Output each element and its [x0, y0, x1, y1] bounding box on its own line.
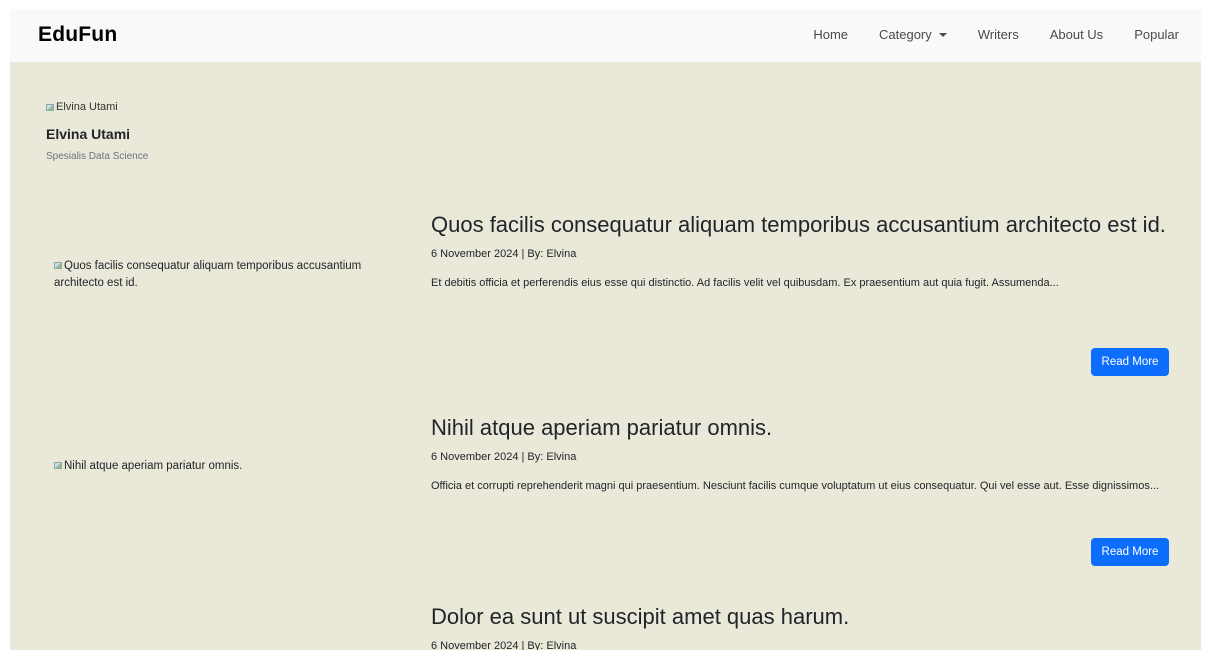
post-title[interactable]: Quos facilis consequatur aliquam tempori…	[431, 211, 1169, 239]
post-meta: 6 November 2024 | By: Elvina	[431, 248, 577, 260]
writer-avatar-alt: Elvina Utami	[56, 101, 118, 113]
post-excerpt: Et debitis officia et perferendis eius e…	[431, 277, 1059, 289]
nav-menu: Home Category Writers About Us Popular	[782, 27, 1179, 42]
navbar: EduFun Home Category Writers About Us Po…	[10, 9, 1201, 62]
broken-image-icon	[46, 104, 54, 111]
post-image: Quos facilis consequatur aliquam tempori…	[54, 258, 394, 292]
post-body: Nihil atque aperiam pariatur omnis. 6 No…	[431, 414, 1169, 566]
writer-name: Elvina Utami	[46, 126, 131, 142]
nav-item-category[interactable]: Category	[879, 27, 947, 42]
nav-item-home-label: Home	[813, 27, 849, 42]
read-more-button[interactable]: Read More	[1091, 348, 1169, 376]
page-frame: EduFun Home Category Writers About Us Po…	[10, 9, 1201, 650]
nav-item-home[interactable]: Home	[813, 27, 848, 42]
nav-item-popular-label: Popular	[1134, 27, 1179, 42]
nav-item-about-us-label: About Us	[1049, 27, 1104, 42]
post-body: Dolor ea sunt ut suscipit amet quas haru…	[431, 603, 1169, 650]
post-title[interactable]: Nihil atque aperiam pariatur omnis.	[431, 414, 1169, 442]
post-meta: 6 November 2024 | By: Elvina	[431, 640, 577, 650]
nav-item-category-label: Category	[879, 27, 932, 42]
broken-image-icon	[54, 262, 62, 269]
brand-logo[interactable]: EduFun	[38, 23, 117, 47]
post-meta: 6 November 2024 | By: Elvina	[431, 451, 577, 463]
nav-item-writers[interactable]: Writers	[978, 27, 1019, 42]
nav-item-writers-label: Writers	[977, 27, 1019, 42]
caret-down-icon	[938, 32, 947, 37]
writer-role: Spesialis Data Science	[46, 151, 149, 162]
post-image: Nihil atque aperiam pariatur omnis.	[54, 458, 394, 475]
post-title[interactable]: Dolor ea sunt ut suscipit amet quas haru…	[431, 603, 1169, 631]
post-body: Quos facilis consequatur aliquam tempori…	[431, 211, 1169, 376]
nav-item-about-us[interactable]: About Us	[1050, 27, 1103, 42]
post-image-alt: Quos facilis consequatur aliquam tempori…	[54, 260, 362, 289]
read-more-button[interactable]: Read More	[1091, 538, 1169, 566]
nav-item-popular[interactable]: Popular	[1134, 27, 1179, 42]
writer-avatar: Elvina Utami	[46, 101, 148, 113]
post-image-alt: Nihil atque aperiam pariatur omnis.	[64, 460, 243, 472]
broken-image-icon	[54, 462, 62, 469]
writer-profile: Elvina Utami Elvina Utami Spesialis Data…	[46, 101, 148, 162]
post-excerpt: Officia et corrupti reprehenderit magni …	[431, 480, 1159, 492]
